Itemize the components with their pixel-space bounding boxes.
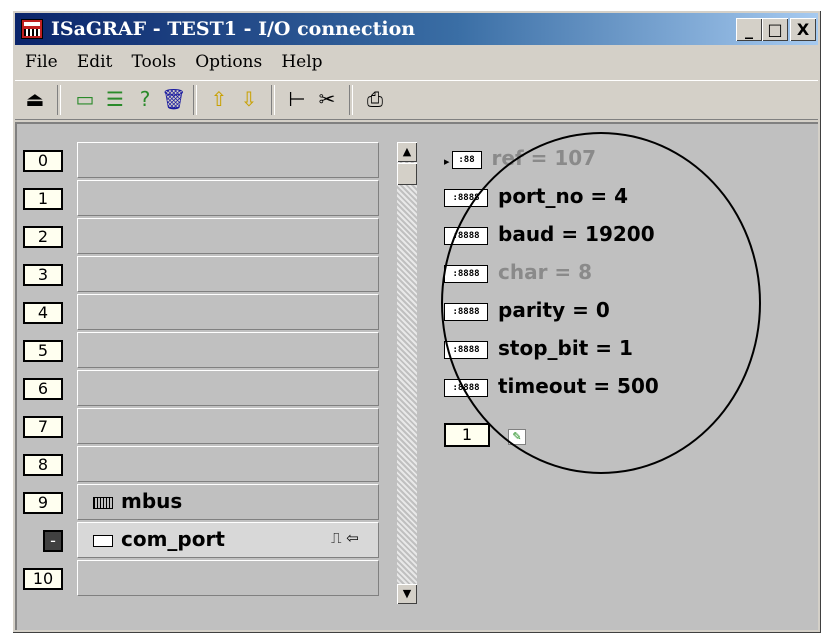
menu-edit[interactable]: Edit: [77, 48, 113, 76]
slot-row-10[interactable]: [77, 560, 379, 596]
slot-row-8[interactable]: [77, 446, 379, 482]
param-ref[interactable]: ▸:88 ref = 107: [444, 146, 596, 170]
param-stop-bit[interactable]: :8888 stop_bit = 1: [444, 336, 633, 360]
toolbar-separator: [193, 85, 197, 115]
delete-icon[interactable]: 🗑: [161, 87, 186, 111]
scroll-thumb[interactable]: [397, 163, 417, 185]
slot-number[interactable]: 8: [23, 454, 63, 476]
maximize-button[interactable]: □: [762, 18, 788, 41]
slot-number[interactable]: 0: [23, 150, 63, 172]
menu-options[interactable]: Options: [195, 48, 262, 76]
param-text: char = 8: [498, 260, 593, 284]
slot-number[interactable]: 7: [23, 416, 63, 438]
connect-icon[interactable]: ⊢: [285, 87, 309, 111]
slot-row-5[interactable]: [77, 332, 379, 368]
menu-file[interactable]: File: [25, 48, 58, 76]
slot-number[interactable]: 4: [23, 302, 63, 324]
app-icon[interactable]: [21, 19, 43, 39]
slot-row-0[interactable]: [77, 142, 379, 178]
numeric-icon: :8888: [444, 188, 488, 207]
channel-number[interactable]: 1: [444, 423, 490, 447]
pulse-direction-icon: ⎍ ⇦: [331, 529, 359, 547]
edit-pencil-icon[interactable]: ✎: [508, 429, 526, 445]
slot-number[interactable]: 10: [23, 568, 63, 590]
menu-tools[interactable]: Tools: [131, 48, 176, 76]
slot-row-2[interactable]: [77, 218, 379, 254]
multi-card-icon[interactable]: ☰: [103, 87, 127, 111]
toolbar-separator: [271, 85, 275, 115]
title-bar[interactable]: ISaGRAF - TEST1 - I/O connection _ □ X: [15, 13, 818, 45]
param-text: stop_bit = 1: [498, 336, 633, 360]
minimize-button[interactable]: _: [736, 18, 762, 41]
numeric-icon: :8888: [444, 226, 488, 245]
param-char[interactable]: :8888 char = 8: [444, 260, 592, 284]
numeric-icon: :8888: [444, 264, 488, 283]
param-baud[interactable]: :8888 baud = 19200: [444, 222, 655, 246]
print-icon[interactable]: ⎙: [363, 87, 387, 111]
tools-icon[interactable]: ✂: [315, 87, 339, 111]
card-icon: [93, 534, 113, 547]
toolbar: ⏏ ▭ ☰ ? 🗑 ⇧ ⇩ ⊢ ✂ ⎙: [15, 80, 818, 120]
app-window: ISaGRAF - TEST1 - I/O connection _ □ X F…: [12, 10, 821, 633]
window-title: ISaGRAF - TEST1 - I/O connection: [51, 18, 416, 40]
board-label[interactable]: mbus: [93, 489, 182, 513]
numeric-icon: :8888: [444, 378, 488, 397]
com-port-name: com_port: [121, 527, 225, 551]
slot-row-6[interactable]: [77, 370, 379, 406]
slot-row-3[interactable]: [77, 256, 379, 292]
collapse-toggle[interactable]: -: [43, 530, 63, 552]
vertical-scrollbar[interactable]: ▲ ▼: [397, 142, 417, 604]
com-port-label[interactable]: com_port: [93, 527, 225, 551]
numeric-icon: :8888: [444, 340, 488, 359]
slot-number[interactable]: 6: [23, 378, 63, 400]
param-text: timeout = 500: [498, 374, 659, 398]
numeric-icon: :88: [451, 150, 482, 169]
slot-number[interactable]: 5: [23, 340, 63, 362]
numeric-icon: :8888: [444, 302, 488, 321]
slot-number[interactable]: 1: [23, 188, 63, 210]
param-text: ref = 107: [491, 146, 597, 170]
board-icon: [93, 496, 113, 509]
param-parity[interactable]: :8888 parity = 0: [444, 298, 610, 322]
move-down-icon[interactable]: ⇩: [237, 87, 261, 111]
caret-right-icon: ▸: [444, 155, 450, 168]
menu-help[interactable]: Help: [281, 48, 322, 76]
board-name: mbus: [121, 489, 183, 513]
param-text: port_no = 4: [498, 184, 629, 208]
slot-number[interactable]: 3: [23, 264, 63, 286]
toolbar-separator: [349, 85, 353, 115]
card-icon[interactable]: ▭: [73, 87, 97, 111]
slot-row-7[interactable]: [77, 408, 379, 444]
scroll-up-button[interactable]: ▲: [397, 142, 417, 162]
slot-row-4[interactable]: [77, 294, 379, 330]
toolbar-separator: [57, 85, 61, 115]
help-card-icon[interactable]: ?: [133, 87, 157, 111]
param-port-no[interactable]: :8888 port_no = 4: [444, 184, 628, 208]
menu-bar: File Edit Tools Options Help: [15, 48, 818, 76]
slot-row-1[interactable]: [77, 180, 379, 216]
open-board-icon[interactable]: ⏏: [23, 87, 47, 111]
param-text: baud = 19200: [498, 222, 655, 246]
slot-number[interactable]: 9: [23, 492, 63, 514]
close-button[interactable]: X: [790, 18, 816, 41]
scroll-down-button[interactable]: ▼: [397, 584, 417, 604]
io-connection-panel: 0 1 2 3 4 5 6 7 8 9 mbus - com_port ⎍ ⇦ …: [15, 122, 818, 630]
slot-number[interactable]: 2: [23, 226, 63, 248]
move-up-icon[interactable]: ⇧: [207, 87, 231, 111]
param-timeout[interactable]: :8888 timeout = 500: [444, 374, 659, 398]
param-text: parity = 0: [498, 298, 610, 322]
